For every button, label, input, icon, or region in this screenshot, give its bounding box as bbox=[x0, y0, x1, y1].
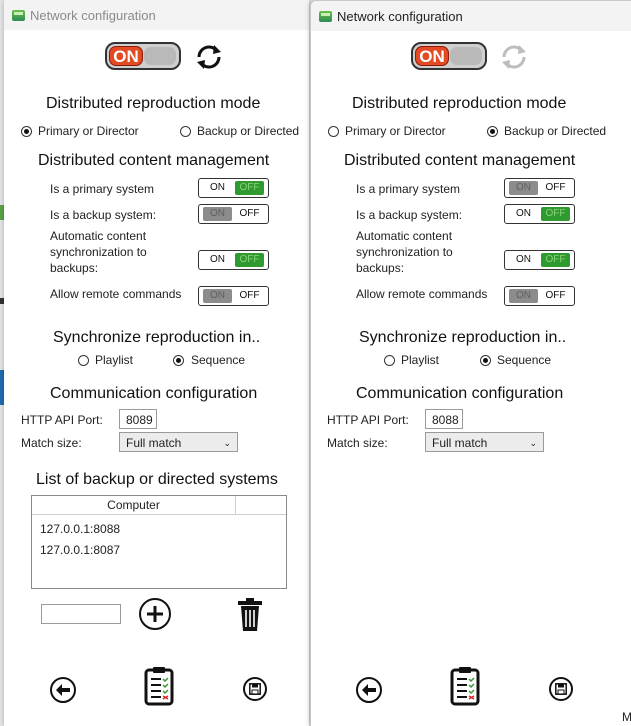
clipboard-checklist-icon[interactable] bbox=[450, 666, 480, 706]
chevron-down-icon: ⌄ bbox=[223, 438, 231, 448]
auto-sync-label-3: backups: bbox=[356, 261, 405, 275]
comm-heading: Communication configuration bbox=[356, 385, 564, 402]
sync-sequence-label: Sequence bbox=[497, 353, 552, 367]
sync-playlist-label: Playlist bbox=[95, 353, 134, 367]
clipboard-checklist-icon[interactable] bbox=[144, 666, 174, 706]
comm-heading: Communication configuration bbox=[50, 385, 258, 402]
remote-commands-label: Allow remote commands bbox=[50, 287, 182, 301]
auto-sync-label-2: synchronization to bbox=[50, 245, 147, 259]
master-enable-toggle[interactable]: ON bbox=[105, 42, 181, 70]
sync-sequence-radio[interactable] bbox=[480, 355, 491, 366]
backup-system-toggle[interactable]: ON OFF bbox=[504, 204, 575, 224]
list-item[interactable]: 127.0.0.1:8087 bbox=[40, 543, 120, 557]
list-item[interactable]: 127.0.0.1:8088 bbox=[40, 522, 120, 536]
refresh-icon bbox=[502, 45, 526, 69]
backup-system-label: Is a backup system: bbox=[50, 208, 157, 222]
sync-sequence-label: Sequence bbox=[191, 353, 246, 367]
chevron-down-icon: ⌄ bbox=[529, 438, 537, 448]
title-bar[interactable]: Network configuration bbox=[311, 1, 631, 31]
window-title: Network configuration bbox=[30, 7, 156, 23]
network-config-window-backup: Network configuration ON Distributed rep… bbox=[310, 0, 631, 726]
mode-primary-label: Primary or Director bbox=[38, 124, 139, 138]
mode-backup-label: Backup or Directed bbox=[197, 124, 300, 138]
backup-systems-list[interactable]: Computer 127.0.0.1:8088 127.0.0.1:8087 bbox=[31, 495, 287, 589]
primary-system-label: Is a primary system bbox=[356, 182, 461, 196]
desktop-edge-text: M bbox=[622, 710, 631, 724]
content-heading: Distributed content management bbox=[344, 152, 576, 169]
app-icon bbox=[12, 9, 25, 21]
master-toggle-on-label: ON bbox=[109, 46, 143, 66]
primary-system-label: Is a primary system bbox=[50, 182, 155, 196]
sync-heading: Synchronize reproduction in.. bbox=[359, 329, 567, 346]
column-header-computer[interactable]: Computer bbox=[32, 496, 236, 515]
match-size-label: Match size: bbox=[327, 436, 388, 450]
http-port-input[interactable]: 8088 bbox=[425, 409, 463, 429]
sync-playlist-radio[interactable] bbox=[384, 355, 395, 366]
network-config-window-primary: Network configuration ON Distributed rep… bbox=[4, 0, 309, 726]
master-enable-toggle[interactable]: ON bbox=[411, 42, 487, 70]
remote-commands-label: Allow remote commands bbox=[356, 287, 488, 301]
mode-primary-label: Primary or Director bbox=[345, 124, 446, 138]
back-icon[interactable] bbox=[50, 677, 76, 703]
add-icon[interactable] bbox=[139, 598, 171, 630]
auto-sync-toggle[interactable]: ON OFF bbox=[504, 250, 575, 270]
master-toggle-on-label: ON bbox=[415, 46, 449, 66]
auto-sync-label-1: Automatic content bbox=[50, 229, 147, 243]
backup-system-label: Is a backup system: bbox=[356, 208, 463, 222]
mode-backup-radio[interactable] bbox=[487, 126, 498, 137]
primary-system-toggle[interactable]: ON OFF bbox=[198, 178, 269, 198]
mode-heading: Distributed reproduction mode bbox=[46, 95, 261, 112]
match-size-label: Match size: bbox=[21, 436, 82, 450]
auto-sync-label-3: backups: bbox=[50, 261, 99, 275]
http-port-label: HTTP API Port: bbox=[21, 413, 103, 427]
remote-commands-toggle[interactable]: ON OFF bbox=[198, 286, 269, 306]
sync-playlist-label: Playlist bbox=[401, 353, 440, 367]
sync-heading: Synchronize reproduction in.. bbox=[53, 329, 261, 346]
refresh-icon[interactable] bbox=[192, 40, 226, 74]
remote-commands-toggle[interactable]: ON OFF bbox=[504, 286, 575, 306]
list-heading: List of backup or directed systems bbox=[36, 471, 278, 488]
app-icon bbox=[319, 10, 332, 22]
backup-system-toggle[interactable]: ON OFF bbox=[198, 204, 269, 224]
auto-sync-toggle[interactable]: ON OFF bbox=[198, 250, 269, 270]
mode-backup-label: Backup or Directed bbox=[504, 124, 607, 138]
mode-heading: Distributed reproduction mode bbox=[352, 95, 567, 112]
sync-sequence-radio[interactable] bbox=[173, 355, 184, 366]
title-bar[interactable]: Network configuration bbox=[4, 0, 309, 30]
http-port-label: HTTP API Port: bbox=[327, 413, 409, 427]
auto-sync-label-2: synchronization to bbox=[356, 245, 453, 259]
back-icon[interactable] bbox=[356, 677, 382, 703]
match-size-select[interactable]: Full match ⌄ bbox=[119, 432, 238, 452]
mode-backup-radio[interactable] bbox=[180, 126, 191, 137]
http-port-input[interactable]: 8089 bbox=[119, 409, 157, 429]
mode-primary-radio[interactable] bbox=[328, 126, 339, 137]
trash-icon[interactable] bbox=[236, 597, 264, 633]
new-system-input[interactable] bbox=[41, 604, 121, 624]
content-heading: Distributed content management bbox=[38, 152, 270, 169]
save-icon[interactable] bbox=[549, 677, 573, 701]
save-icon[interactable] bbox=[243, 677, 267, 701]
mode-primary-radio[interactable] bbox=[21, 126, 32, 137]
primary-system-toggle[interactable]: ON OFF bbox=[504, 178, 575, 198]
sync-playlist-radio[interactable] bbox=[78, 355, 89, 366]
match-size-select[interactable]: Full match ⌄ bbox=[425, 432, 544, 452]
window-title: Network configuration bbox=[337, 8, 463, 24]
auto-sync-label-1: Automatic content bbox=[356, 229, 453, 243]
